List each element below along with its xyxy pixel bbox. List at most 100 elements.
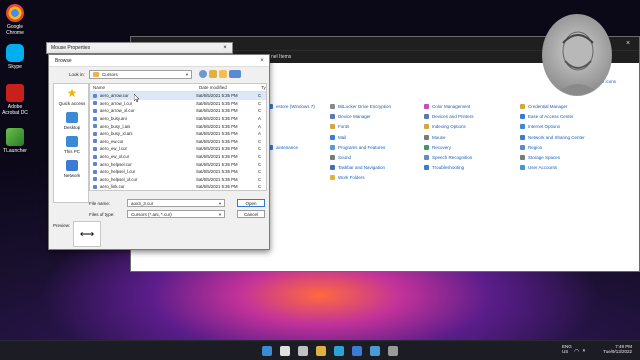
file-explorer-icon[interactable]: [316, 346, 326, 356]
control-panel-item[interactable]: Speech Recognition: [424, 155, 472, 160]
preview-box: ⟷: [73, 221, 101, 247]
file-row[interactable]: aero_arrow_xl.cur Sat/6/5/2021 5:35 PM C: [90, 107, 266, 115]
file-row[interactable]: aero_arrow.cur Sat/6/5/2021 5:35 PM C: [90, 92, 266, 100]
control-panel-item[interactable]: Troubleshooting: [424, 165, 465, 171]
control-panel-item-icon: [330, 165, 335, 171]
close-icon[interactable]: ×: [218, 45, 232, 51]
control-panel-item[interactable]: Sound: [330, 155, 351, 160]
file-row[interactable]: aero_ew_xl.cur Sat/6/5/2021 5:35 PM C: [90, 153, 266, 161]
control-panel-item-label: Ease of Access Center: [528, 114, 574, 120]
file-date-cell: Sat/6/5/2021 5:35 PM: [196, 146, 238, 152]
control-panel-item[interactable]: Credential Manager: [520, 104, 568, 109]
control-panel-item[interactable]: Region: [520, 144, 543, 150]
clock[interactable]: 7:49 PM Tue/9/13/2022: [602, 344, 632, 354]
file-name: aero_ew_l.cur: [100, 146, 127, 152]
cursor-file-icon: [93, 169, 97, 174]
file-row[interactable]: aero_helpsel_l.cur Sat/6/5/2021 5:35 PM C: [90, 168, 266, 176]
store-icon[interactable]: [352, 346, 362, 356]
desktop-item-tlauncher[interactable]: TLauncher: [0, 128, 30, 154]
desktop-item-chrome[interactable]: Google Chrome: [0, 4, 30, 36]
control-panel-item[interactable]: Programs and Features: [330, 144, 386, 150]
place-this-pc[interactable]: This PC: [54, 136, 90, 154]
up-folder-icon[interactable]: [209, 70, 217, 78]
control-panel-item-label: Region: [528, 144, 543, 150]
task-view-icon[interactable]: [298, 346, 308, 356]
search-icon[interactable]: [280, 346, 290, 356]
language-indicator[interactable]: ENG US: [562, 344, 572, 354]
control-panel-item[interactable]: Storage Spaces: [520, 155, 560, 160]
control-panel-item[interactable]: Taskbar and Navigation: [330, 165, 385, 171]
file-row[interactable]: aero_helpsel_xl.cur Sat/6/5/2021 5:35 PM C: [90, 176, 266, 184]
start-icon[interactable]: [262, 346, 272, 356]
control-panel-item[interactable]: Devices and Printers: [424, 114, 474, 120]
cancel-button[interactable]: Cancel: [237, 210, 265, 218]
control-panel-item[interactable]: Mouse: [424, 134, 446, 140]
control-panel-item-label: aintenance: [276, 144, 299, 150]
file-date-cell: Sat/6/5/2021 5:35 PM: [196, 116, 238, 122]
control-panel-item-label: Recovery: [432, 144, 452, 150]
cursor-preview-icon: ⟷: [79, 228, 95, 240]
folder-icon: [93, 72, 99, 77]
look-in-label: Look in:: [69, 72, 85, 77]
file-name-cell: aero_helpsel_l.cur: [90, 169, 196, 174]
back-icon[interactable]: [199, 70, 207, 78]
file-name: aero_arrow_xl.cur: [100, 108, 135, 114]
place-quick-access[interactable]: ★ Quick access: [54, 87, 90, 106]
close-icon[interactable]: ×: [617, 37, 639, 50]
file-name-cell: aero_link.cur: [90, 184, 196, 189]
open-button[interactable]: Open: [237, 199, 265, 207]
file-name: aero_busy_l.ani: [100, 123, 131, 129]
desktop-item-skype[interactable]: Skype: [0, 44, 30, 70]
control-panel-item-icon: [424, 114, 429, 120]
close-icon[interactable]: ×: [255, 58, 269, 64]
file-row[interactable]: aero_ew_l.cur Sat/6/5/2021 5:35 PM C: [90, 145, 266, 153]
file-row[interactable]: aero_busy_xl.ani Sat/6/5/2021 5:35 PM A: [90, 130, 266, 138]
control-panel-item[interactable]: BitLocker Drive Encryption: [330, 104, 391, 109]
control-panel-item[interactable]: aintenance: [268, 144, 299, 150]
file-row[interactable]: aero_ew.cur Sat/6/5/2021 5:35 PM C: [90, 138, 266, 146]
control-panel-item[interactable]: Network and Sharing Center: [520, 134, 585, 140]
volume-icon[interactable]: ◖: [582, 348, 586, 354]
look-in-dropdown[interactable]: Cursors ▼: [89, 70, 192, 79]
control-panel-item[interactable]: Mail: [330, 134, 346, 140]
file-row[interactable]: aero_helpsel.cur Sat/6/5/2021 5:35 PM C: [90, 160, 266, 168]
control-panel-item[interactable]: Fonts: [330, 124, 349, 130]
place-label: This PC: [63, 149, 80, 154]
control-panel-item[interactable]: Color Management: [424, 104, 470, 109]
language-bottom: US: [562, 349, 569, 354]
control-panel-item[interactable]: User Accounts: [520, 165, 557, 171]
control-panel-item-label: Color Management: [432, 104, 471, 109]
control-panel-item[interactable]: Internet Options: [520, 124, 561, 130]
view-menu-icon[interactable]: [229, 70, 241, 78]
place-desktop[interactable]: Desktop: [54, 112, 90, 130]
wifi-icon[interactable]: ◠: [574, 348, 579, 355]
column-header-type[interactable]: Ty: [258, 85, 266, 90]
control-panel-item[interactable]: Device Manager: [330, 114, 371, 120]
control-panel-item-icon: [330, 114, 335, 120]
file-name-input[interactable]: aox3_3.cur ▼: [127, 199, 225, 207]
file-row[interactable]: aero_arrow_l.cur Sat/6/5/2021 5:35 PM C: [90, 100, 266, 108]
desktop-item-acrobat[interactable]: Adobe Acrobat DC: [0, 84, 30, 116]
control-panel-item[interactable]: Ease of Access Center: [520, 114, 574, 120]
photos-icon[interactable]: [370, 346, 380, 356]
place-label: Network: [63, 173, 81, 178]
files-of-type-dropdown[interactable]: Cursors (*.ani, *.cur) ▼: [127, 210, 225, 218]
control-panel-item-label: Internet Options: [528, 124, 561, 130]
control-panel-item-icon: [424, 104, 429, 109]
file-date-cell: Sat/6/5/2021 5:35 PM: [196, 131, 238, 137]
control-panel-item[interactable]: Recovery: [424, 144, 452, 150]
file-row[interactable]: aero_busy.ani Sat/6/5/2021 5:35 PM A: [90, 115, 266, 123]
column-header-date[interactable]: Date modified: [196, 85, 258, 90]
column-header-name[interactable]: Name: [90, 85, 196, 90]
file-row[interactable]: aero_busy_l.ani Sat/6/5/2021 5:35 PM A: [90, 122, 266, 130]
control-panel-item-label: Troubleshooting: [432, 165, 465, 171]
place-network[interactable]: Network: [54, 160, 90, 178]
control-panel-item-label: Programs and Features: [338, 144, 386, 150]
control-panel-item[interactable]: estore (Windows 7): [268, 104, 315, 109]
edge-icon[interactable]: [334, 346, 344, 356]
control-panel-item[interactable]: Work Folders: [330, 175, 365, 181]
file-row[interactable]: aero_link.cur Sat/6/5/2021 5:35 PM C: [90, 183, 266, 190]
mouse-settings-icon[interactable]: [388, 346, 398, 356]
new-folder-icon[interactable]: [219, 70, 227, 78]
control-panel-item[interactable]: Indexing Options: [424, 124, 466, 130]
